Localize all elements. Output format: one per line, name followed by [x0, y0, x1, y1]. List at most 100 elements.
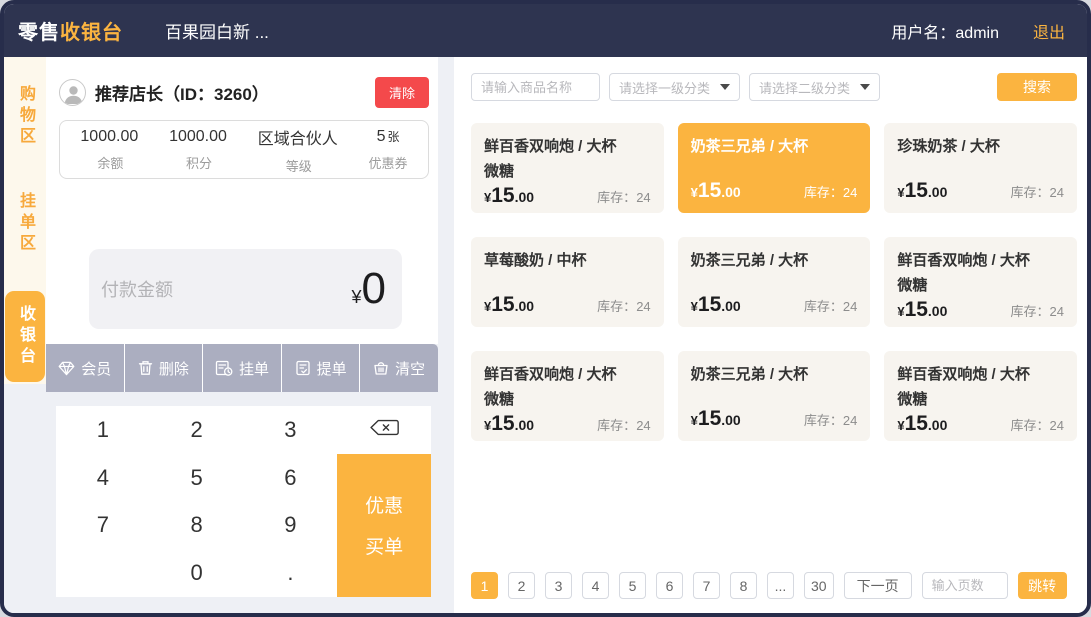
product-price: ¥15.00 — [691, 179, 741, 203]
sidebar-tab-shopping[interactable]: 购物区 — [13, 85, 37, 148]
product-stock: 库存：24 — [1011, 182, 1064, 201]
stat-level-value: 区域合伙人 — [258, 131, 338, 148]
clear-all-button[interactable]: 清空 — [360, 344, 438, 392]
product-card-selected[interactable]: 奶茶三兄弟 / 大杯 ¥15.00 库存：24 — [678, 123, 871, 213]
top-header: 零售收银台 百果园白新 ... 用户名：admin 退出 — [4, 4, 1087, 57]
product-name: 草莓酸奶 / 中杯 — [484, 252, 587, 269]
product-name-input[interactable] — [471, 73, 600, 101]
product-stock: 库存：24 — [1011, 415, 1064, 434]
logout-link[interactable]: 退出 — [1033, 19, 1065, 43]
key-5[interactable]: 5 — [150, 454, 244, 502]
page-button-4[interactable]: 4 — [582, 572, 609, 599]
stat-level-label: 等级 — [258, 156, 340, 175]
product-name: 奶茶三兄弟 / 大杯 — [691, 138, 809, 155]
product-card[interactable]: 奶茶三兄弟 / 大杯 ¥15.00 库存：24 — [678, 237, 871, 327]
product-price: ¥15.00 — [897, 298, 947, 322]
hold-order-button[interactable]: 挂单 — [203, 344, 282, 392]
key-3[interactable]: 3 — [244, 406, 338, 454]
category2-select[interactable]: 请选择二级分类 — [749, 73, 880, 101]
page-button-2[interactable]: 2 — [508, 572, 535, 599]
clear-all-button-label: 清空 — [395, 358, 425, 379]
key-1[interactable]: 1 — [56, 406, 150, 454]
page-button-8[interactable]: 8 — [730, 572, 757, 599]
page-button-3[interactable]: 3 — [545, 572, 572, 599]
pagination: 1 2 3 4 5 6 7 8 ... 30 下一页 跳转 — [471, 572, 1077, 599]
product-spec: 微糖 — [484, 159, 651, 184]
sidebar-tab-hold-orders[interactable]: 挂单区 — [13, 192, 37, 255]
member-button[interactable]: 会员 — [46, 344, 125, 392]
payment-amount-field[interactable]: 付款金额 ¥ 0 — [89, 249, 402, 329]
app-title: 零售收银台 — [18, 16, 123, 45]
cashier-panel: 推荐店长（ID：3260） 清除 1000.00 余额 1000.00 积分 区… — [46, 57, 438, 613]
product-stock: 库存：24 — [597, 296, 650, 315]
category1-select[interactable]: 请选择一级分类 — [609, 73, 740, 101]
product-name: 鲜百香双响炮 / 大杯 — [484, 366, 617, 383]
discount-pay-line1: 优惠 — [365, 491, 403, 518]
sidebar-tab-cashier[interactable]: 收银台 — [5, 291, 45, 382]
backspace-icon — [369, 417, 400, 443]
product-card[interactable]: 奶茶三兄弟 / 大杯 ¥15.00 库存：24 — [678, 351, 871, 441]
sidebar-tab-strip: 购物区 挂单区 收银台 — [4, 57, 46, 384]
retrieve-order-icon — [295, 360, 311, 376]
page-button-7[interactable]: 7 — [693, 572, 720, 599]
product-card[interactable]: 珍珠奶茶 / 大杯 ¥15.00 库存：24 — [884, 123, 1077, 213]
product-spec: 微糖 — [484, 387, 651, 412]
page-button-30[interactable]: 30 — [804, 572, 834, 599]
page-button-1[interactable]: 1 — [471, 572, 498, 599]
page-button-5[interactable]: 5 — [619, 572, 646, 599]
product-panel: 请选择一级分类 请选择二级分类 搜索 鲜百香双响炮 / 大杯微糖 ¥15.00 … — [454, 57, 1087, 613]
key-6[interactable]: 6 — [244, 454, 338, 502]
member-section: 推荐店长（ID：3260） 清除 1000.00 余额 1000.00 积分 区… — [46, 57, 438, 344]
product-card[interactable]: 鲜百香双响炮 / 大杯微糖 ¥15.00 库存：24 — [884, 237, 1077, 327]
stat-balance: 1000.00 余额 — [80, 128, 140, 172]
key-2[interactable]: 2 — [150, 406, 244, 454]
retrieve-order-button[interactable]: 提单 — [282, 344, 361, 392]
product-grid: 鲜百香双响炮 / 大杯微糖 ¥15.00 库存：24 奶茶三兄弟 / 大杯 ¥1… — [471, 123, 1077, 441]
key-8[interactable]: 8 — [150, 502, 244, 550]
key-9[interactable]: 9 — [244, 502, 338, 550]
stat-points: 1000.00 积分 — [169, 128, 229, 172]
payment-value: 0 — [362, 267, 386, 311]
product-name: 奶茶三兄弟 / 大杯 — [691, 252, 809, 269]
search-button[interactable]: 搜索 — [997, 73, 1077, 101]
product-price: ¥15.00 — [897, 412, 947, 436]
hold-order-icon — [215, 360, 233, 376]
member-name: 推荐店长（ID：3260） — [95, 80, 269, 105]
stat-balance-label: 余额 — [80, 153, 140, 172]
key-0[interactable]: 0 — [150, 549, 244, 597]
member-avatar-icon — [59, 79, 86, 106]
product-price: ¥15.00 — [897, 179, 947, 203]
username-label: 用户名：admin — [891, 19, 999, 43]
key-4[interactable]: 4 — [56, 454, 150, 502]
stat-coupons-label: 优惠券 — [369, 153, 408, 172]
numeric-keypad: 1 2 3 4 5 6 优惠 — [56, 406, 431, 597]
product-stock: 库存：24 — [1011, 301, 1064, 320]
discount-pay-button[interactable]: 优惠 买单 — [337, 454, 431, 597]
stat-balance-value: 1000.00 — [80, 128, 138, 145]
product-card[interactable]: 草莓酸奶 / 中杯 ¥15.00 库存：24 — [471, 237, 664, 327]
clear-member-button[interactable]: 清除 — [375, 77, 429, 108]
product-card[interactable]: 鲜百香双响炮 / 大杯微糖 ¥15.00 库存：24 — [471, 123, 664, 213]
key-dot[interactable]: . — [244, 549, 338, 597]
product-price: ¥15.00 — [484, 293, 534, 317]
product-name: 奶茶三兄弟 / 大杯 — [691, 366, 809, 383]
product-stock: 库存：24 — [597, 187, 650, 206]
product-card[interactable]: 鲜百香双响炮 / 大杯微糖 ¥15.00 库存：24 — [884, 351, 1077, 441]
page-number-input[interactable] — [922, 572, 1008, 599]
stat-coupons-value: 5 — [377, 128, 386, 145]
product-name: 鲜百香双响炮 / 大杯 — [484, 138, 617, 155]
product-price: ¥15.00 — [484, 184, 534, 208]
app-title-suffix: 收银台 — [60, 22, 123, 44]
product-card[interactable]: 鲜百香双响炮 / 大杯微糖 ¥15.00 库存：24 — [471, 351, 664, 441]
jump-button[interactable]: 跳转 — [1018, 572, 1067, 599]
member-button-label: 会员 — [81, 358, 111, 379]
app-title-prefix: 零售 — [18, 22, 60, 44]
next-page-button[interactable]: 下一页 — [844, 572, 912, 599]
page-button-6[interactable]: 6 — [656, 572, 683, 599]
product-stock: 库存：24 — [804, 182, 857, 201]
page-ellipsis[interactable]: ... — [767, 572, 794, 599]
delete-button[interactable]: 删除 — [125, 344, 204, 392]
clear-icon — [373, 360, 389, 376]
backspace-key[interactable] — [337, 406, 431, 454]
key-7[interactable]: 7 — [56, 502, 150, 550]
